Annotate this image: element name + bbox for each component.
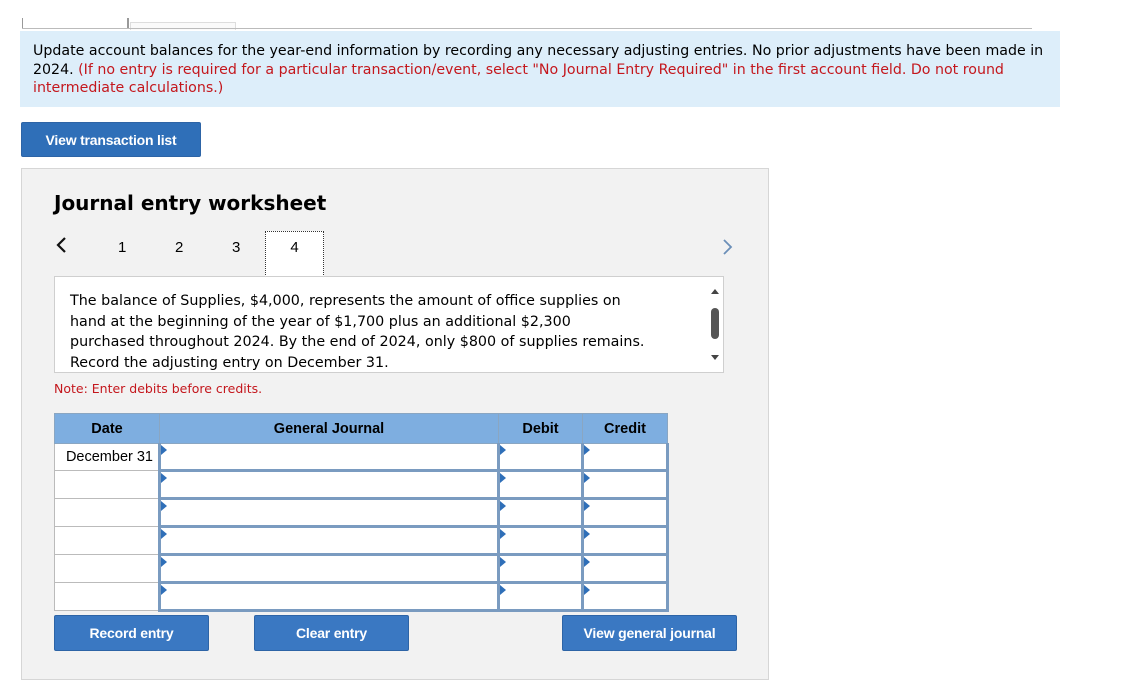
scroll-down-arrow-icon[interactable] [711,355,719,360]
worksheet-title: Journal entry worksheet [54,191,327,215]
table-row [54,498,669,528]
description-text: The balance of Supplies, $4,000, represe… [70,293,645,371]
account-select[interactable] [158,443,500,472]
debit-field[interactable] [500,556,581,581]
credit-cell[interactable] [581,470,669,500]
chevron-right-icon[interactable] [720,237,736,257]
date-cell [54,554,160,583]
tab-divider [127,18,129,28]
account-select[interactable] [158,554,500,584]
credit-cell[interactable] [581,498,669,528]
account-field[interactable] [161,584,497,609]
debit-field[interactable] [500,444,581,469]
account-field[interactable] [161,444,497,469]
record-entry-button[interactable]: Record entry [54,615,209,651]
account-select[interactable] [158,582,500,612]
credit-cell[interactable] [581,526,669,556]
page-tab-4-current[interactable]: 4 [265,231,324,277]
account-select[interactable] [158,526,500,556]
account-field[interactable] [161,500,497,525]
instructions-hint: (If no entry is required for a particula… [33,61,1004,97]
date-cell [54,526,160,555]
table-row [54,470,669,500]
credit-field[interactable] [584,444,666,469]
debit-field[interactable] [500,584,581,609]
credit-field[interactable] [584,584,666,609]
journal-entry-worksheet: Journal entry worksheet 1 2 3 4 The bala… [21,168,769,680]
debit-column-header: Debit [498,413,583,444]
scrollbar-thumb[interactable] [711,308,719,339]
credit-cell[interactable] [581,443,669,472]
view-general-journal-button[interactable]: View general journal [562,615,737,651]
debit-cell[interactable] [497,443,584,472]
debit-cell[interactable] [497,526,584,556]
page-tab-1[interactable]: 1 [118,239,126,256]
journal-entry-table: Date General Journal Debit Credit Decemb… [54,413,669,612]
table-row [54,582,669,612]
account-field[interactable] [161,556,497,581]
account-select[interactable] [158,498,500,528]
chevron-left-icon[interactable] [54,235,70,255]
view-transaction-list-button[interactable]: View transaction list [21,122,201,157]
account-field[interactable] [161,528,497,553]
debit-cell[interactable] [497,554,584,584]
credit-field[interactable] [584,500,666,525]
date-cell [54,498,160,527]
page-tab-3[interactable]: 3 [232,239,240,256]
date-cell [54,582,160,611]
page-tab-2[interactable]: 2 [175,239,183,256]
instructions-box: Update account balances for the year-end… [20,31,1060,107]
debit-cell[interactable] [497,498,584,528]
credit-cell[interactable] [581,582,669,612]
general-journal-column-header: General Journal [159,413,499,444]
account-field[interactable] [161,472,497,497]
table-row: December 31 [54,443,669,472]
tab-divider [22,18,23,28]
scroll-up-arrow-icon[interactable] [711,289,719,294]
date-cell: December 31 [54,443,160,471]
table-row [54,526,669,556]
credit-field[interactable] [584,528,666,553]
debit-field[interactable] [500,528,581,553]
debit-field[interactable] [500,500,581,525]
credit-field[interactable] [584,472,666,497]
credit-column-header: Credit [582,413,668,444]
table-row [54,554,669,584]
clear-entry-button[interactable]: Clear entry [254,615,409,651]
debit-cell[interactable] [497,582,584,612]
credit-cell[interactable] [581,554,669,584]
account-select[interactable] [158,470,500,500]
debit-cell[interactable] [497,470,584,500]
tab-underline [22,28,1032,29]
date-cell [54,470,160,499]
debit-field[interactable] [500,472,581,497]
credit-field[interactable] [584,556,666,581]
transaction-description: The balance of Supplies, $4,000, represe… [54,276,724,373]
date-column-header: Date [54,413,160,444]
entry-note: Note: Enter debits before credits. [54,381,263,396]
